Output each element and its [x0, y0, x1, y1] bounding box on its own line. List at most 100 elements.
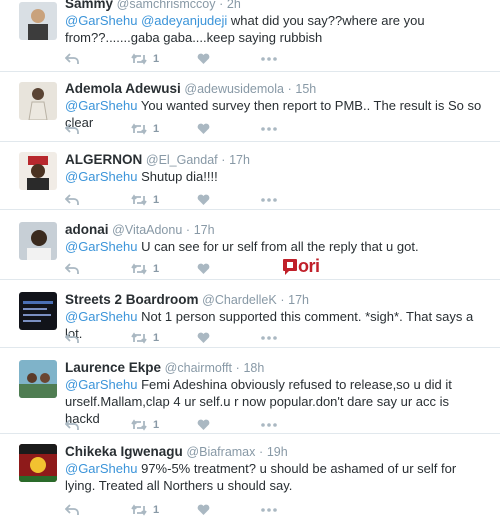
more-button[interactable] [261, 331, 277, 345]
more-icon [261, 336, 277, 340]
ori-watermark-logo: ori [282, 256, 320, 277]
retweet-icon [131, 332, 147, 344]
mention[interactable]: @adeyanjudeji [141, 13, 227, 28]
username[interactable]: @Biaframax [186, 445, 255, 459]
mention[interactable]: @GarShehu [65, 377, 137, 392]
like-button[interactable] [197, 503, 210, 517]
timestamp[interactable]: 15h [295, 82, 316, 96]
tweet-actions: 1 ori [65, 256, 325, 276]
mention[interactable]: @GarShehu [65, 98, 137, 113]
mention[interactable]: @GarShehu [65, 13, 137, 28]
timestamp[interactable]: 18h [243, 361, 264, 375]
tweet-text: @GarShehu U can see for ur self from all… [65, 239, 419, 254]
heart-icon [197, 53, 210, 65]
reply-button[interactable] [65, 418, 79, 432]
retweet-count: 1 [153, 194, 160, 206]
retweet-button[interactable]: 1 [131, 122, 159, 136]
retweet-count: 1 [153, 263, 160, 275]
retweet-button[interactable]: 1 [131, 418, 159, 432]
tweet-text: @GarShehu 97%-5% treatment? u should be … [65, 461, 457, 493]
retweet-icon [131, 123, 147, 135]
more-icon [261, 423, 277, 427]
retweet-button[interactable]: 1 [131, 193, 159, 207]
like-button[interactable] [197, 331, 210, 345]
retweet-count: 1 [153, 123, 160, 135]
display-name[interactable]: adonai [65, 222, 109, 237]
heart-icon [197, 332, 210, 344]
reply-button[interactable] [65, 193, 79, 207]
avatar[interactable] [19, 152, 57, 190]
tweet-actions: 1 [65, 193, 325, 207]
tweet: Chikeka Igwenagu @Biaframax · 19h @GarSh… [0, 434, 500, 521]
more-icon [261, 57, 277, 61]
tweet: Sammy @samchrismccoy · 2h @GarShehu @ade… [0, 0, 500, 72]
like-button[interactable] [197, 52, 210, 66]
more-icon [261, 508, 277, 512]
reply-button[interactable] [65, 52, 79, 66]
display-name[interactable]: Streets 2 Boardroom [65, 292, 199, 307]
retweet-icon [131, 53, 147, 65]
heart-icon [197, 504, 210, 516]
reply-button[interactable] [65, 503, 79, 517]
reply-icon [65, 194, 79, 206]
heart-icon [197, 419, 210, 431]
retweet-icon [131, 504, 147, 516]
timestamp[interactable]: 19h [267, 445, 288, 459]
avatar[interactable] [19, 292, 57, 330]
tweet: Streets 2 Boardroom @ChardelleK · 17h @G… [0, 280, 500, 348]
tweet-actions: 1 [65, 418, 325, 432]
display-name[interactable]: Sammy [65, 0, 113, 11]
avatar[interactable] [19, 222, 57, 260]
tweet: Laurence Ekpe @chairmofft · 18h @GarSheh… [0, 348, 500, 434]
reply-icon [65, 123, 79, 135]
display-name[interactable]: Chikeka Igwenagu [65, 444, 183, 459]
more-button[interactable] [261, 193, 277, 207]
like-button[interactable] [197, 262, 210, 276]
timestamp[interactable]: 17h [194, 223, 215, 237]
tweet-text: @GarShehu @adeyanjudeji what did you say… [65, 13, 425, 45]
reply-icon [65, 504, 79, 516]
reply-button[interactable] [65, 122, 79, 136]
retweet-icon [131, 419, 147, 431]
username[interactable]: @VitaAdonu [112, 223, 182, 237]
timestamp[interactable]: 2h [227, 0, 241, 11]
mention[interactable]: @GarShehu [65, 309, 137, 324]
like-button[interactable] [197, 122, 210, 136]
retweet-button[interactable]: 1 [131, 331, 159, 345]
more-button[interactable] [261, 418, 277, 432]
avatar[interactable] [19, 82, 57, 120]
username[interactable]: @chairmofft [165, 361, 232, 375]
mention[interactable]: @GarShehu [65, 461, 137, 476]
reply-icon [65, 419, 79, 431]
timestamp[interactable]: 17h [229, 153, 250, 167]
display-name[interactable]: Laurence Ekpe [65, 360, 161, 375]
username[interactable]: @adewusidemola [184, 82, 284, 96]
retweet-button[interactable]: 1 [131, 52, 159, 66]
reply-icon [65, 332, 79, 344]
avatar[interactable] [19, 360, 57, 398]
more-button[interactable] [261, 503, 277, 517]
mention[interactable]: @GarShehu [65, 239, 137, 254]
username[interactable]: @ChardelleK [202, 293, 277, 307]
mention[interactable]: @GarShehu [65, 169, 137, 184]
reply-button[interactable] [65, 262, 79, 276]
username[interactable]: @samchrismccoy [117, 0, 216, 11]
tweet-actions: 1 [65, 52, 325, 66]
more-button[interactable] [261, 52, 277, 66]
retweet-button[interactable]: 1 [131, 503, 159, 517]
tweet: Ademola Adewusi @adewusidemola · 15h @Ga… [0, 72, 500, 142]
display-name[interactable]: ALGERNON [65, 152, 142, 167]
username[interactable]: @El_Gandaf [146, 153, 218, 167]
timestamp[interactable]: 17h [288, 293, 309, 307]
more-button[interactable] [261, 122, 277, 136]
display-name[interactable]: Ademola Adewusi [65, 81, 181, 96]
reply-button[interactable] [65, 331, 79, 345]
retweet-count: 1 [153, 419, 160, 431]
retweet-icon [131, 263, 147, 275]
avatar[interactable] [19, 444, 57, 482]
retweet-button[interactable]: 1 [131, 262, 159, 276]
like-button[interactable] [197, 193, 210, 207]
avatar[interactable] [19, 2, 57, 40]
like-button[interactable] [197, 418, 210, 432]
tweet: ALGERNON @El_Gandaf · 17h @GarShehu Shut… [0, 142, 500, 210]
